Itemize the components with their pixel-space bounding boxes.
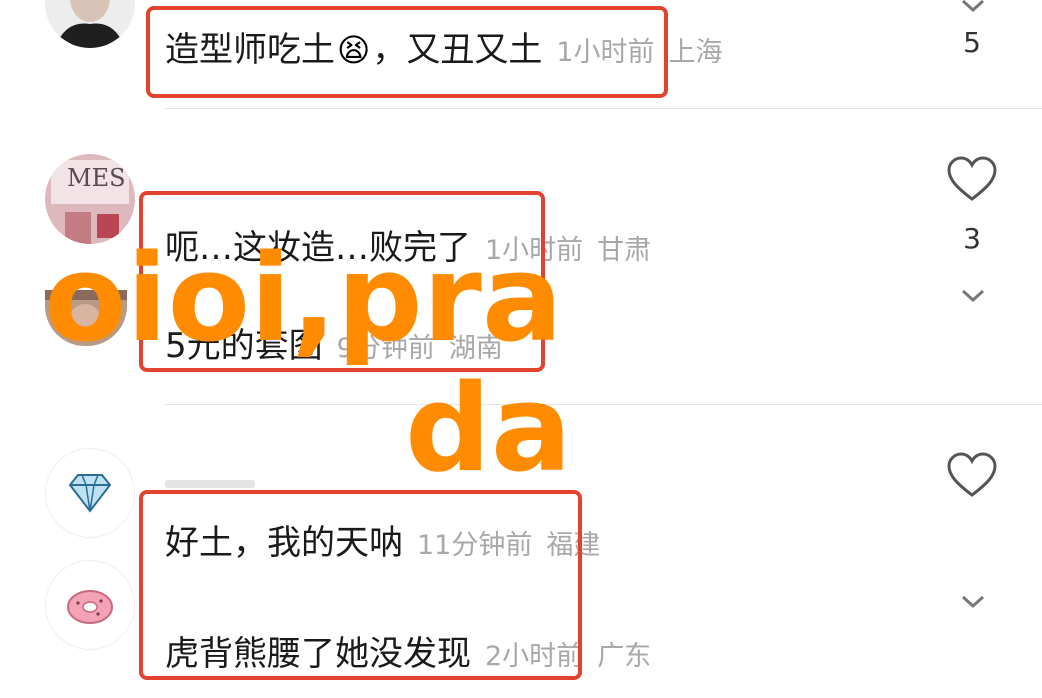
- highlight-box: [146, 6, 668, 98]
- watermark-text: oioi,pra: [44, 230, 563, 369]
- divider: [165, 108, 1042, 109]
- avatar-sign-text: MES: [67, 164, 126, 192]
- watermark-text: da: [405, 360, 572, 499]
- comment-location: 上海: [668, 37, 723, 68]
- avatar-user-4[interactable]: [45, 448, 135, 538]
- comment-location: 甘肃: [597, 235, 652, 266]
- chevron-down-icon[interactable]: [960, 288, 986, 304]
- donut-icon: [46, 561, 134, 649]
- chevron-down-icon[interactable]: [960, 594, 986, 610]
- highlight-box: [139, 490, 582, 680]
- comment-location: 广东: [597, 641, 652, 672]
- like-count: 3: [963, 222, 981, 255]
- username-placeholder: [165, 480, 255, 488]
- avatar-user-1[interactable]: [45, 0, 135, 48]
- chevron-down-icon[interactable]: [960, 0, 986, 16]
- heart-icon[interactable]: [946, 452, 998, 498]
- heart-icon[interactable]: [946, 156, 998, 202]
- divider: [165, 404, 1042, 405]
- like-count: 5: [963, 26, 981, 59]
- diamond-icon: [46, 449, 134, 537]
- avatar-user-5[interactable]: [45, 560, 135, 650]
